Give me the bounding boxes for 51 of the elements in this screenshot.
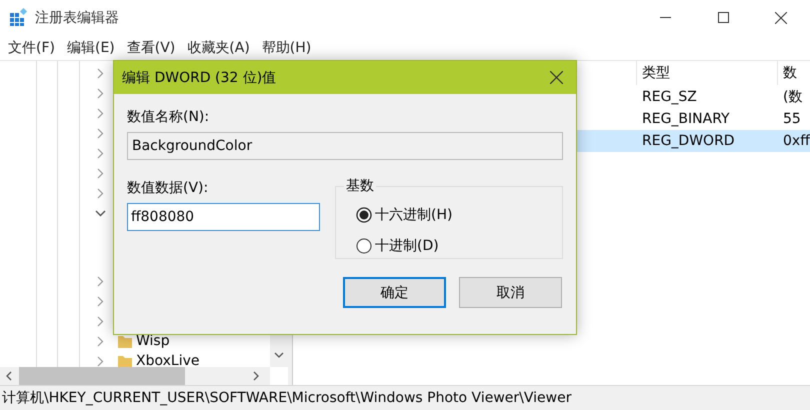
scroll-right-icon[interactable]	[253, 371, 260, 381]
radio-label: 十六进制(H)	[375, 206, 452, 224]
menu-item[interactable]: 编辑(E)	[60, 38, 121, 56]
table-cell-text: REG_SZ	[641, 89, 698, 105]
table-cell-text: 55	[782, 111, 802, 127]
chevron-right-icon[interactable]	[95, 68, 106, 78]
chevron-right-icon[interactable]	[95, 188, 106, 198]
radio-label: 十进制(D)	[375, 236, 439, 254]
radio-button[interactable]	[356, 238, 372, 254]
field-label: 数值数据(V):	[127, 179, 210, 197]
close-icon	[775, 12, 787, 24]
chevron-right-icon[interactable]	[95, 276, 106, 286]
scroll-down-icon[interactable]	[274, 352, 284, 359]
chevron-right-icon[interactable]	[95, 108, 106, 118]
ok-button[interactable]: 确定	[343, 277, 446, 308]
column-header[interactable]: 类型	[636, 61, 777, 85]
dialog-title: 编辑 DWORD (32 位)值	[122, 68, 278, 86]
tree-item[interactable]: XboxLive	[136, 353, 200, 367]
chevron-right-icon[interactable]	[95, 296, 106, 306]
menu-item[interactable]: 文件(F)	[2, 38, 61, 56]
horizontal-scrollbar[interactable]	[0, 367, 270, 385]
tree-item[interactable]: Wisp	[136, 333, 170, 349]
chevron-right-icon[interactable]	[95, 356, 106, 366]
radio-button-selected[interactable]	[356, 206, 372, 222]
value-input[interactable]: ff808080	[127, 203, 320, 231]
chevron-right-icon[interactable]	[95, 148, 106, 158]
field-label: 数值名称(N):	[127, 108, 210, 126]
window-title: 注册表编辑器	[35, 8, 119, 26]
chevron-right-icon[interactable]	[95, 168, 106, 178]
chevron-right-icon[interactable]	[95, 336, 106, 346]
table-cell-text: REG_BINARY	[641, 111, 731, 127]
menu-item[interactable]: 查看(V)	[120, 38, 182, 56]
table-cell-text: (数	[782, 88, 804, 106]
scrollbar-thumb[interactable]	[19, 367, 185, 385]
table-cell-text: REG_DWORD	[641, 133, 736, 149]
menu-item[interactable]: 收藏夹(A)	[181, 38, 256, 56]
name-field: BackgroundColor	[127, 132, 563, 160]
scroll-left-icon[interactable]	[6, 371, 13, 381]
chevron-right-icon[interactable]	[95, 128, 106, 138]
group-label: 基数	[345, 177, 375, 195]
chevron-right-icon[interactable]	[95, 316, 106, 326]
column-header[interactable]: 数	[777, 61, 810, 85]
chevron-right-icon[interactable]	[95, 88, 106, 98]
registry-app-icon	[9, 8, 28, 27]
chevron-down-icon[interactable]	[95, 208, 106, 218]
status-path: 计算机\HKEY_CURRENT_USER\SOFTWARE\Microsoft\Windows Photo Viewer\Viewer	[2, 389, 572, 407]
maximize-icon	[718, 12, 728, 23]
close-icon	[550, 71, 562, 84]
table-cell-text: 0xff	[782, 133, 810, 149]
cancel-button[interactable]: 取消	[459, 277, 562, 308]
menu-item[interactable]: 帮助(H)	[256, 38, 318, 56]
